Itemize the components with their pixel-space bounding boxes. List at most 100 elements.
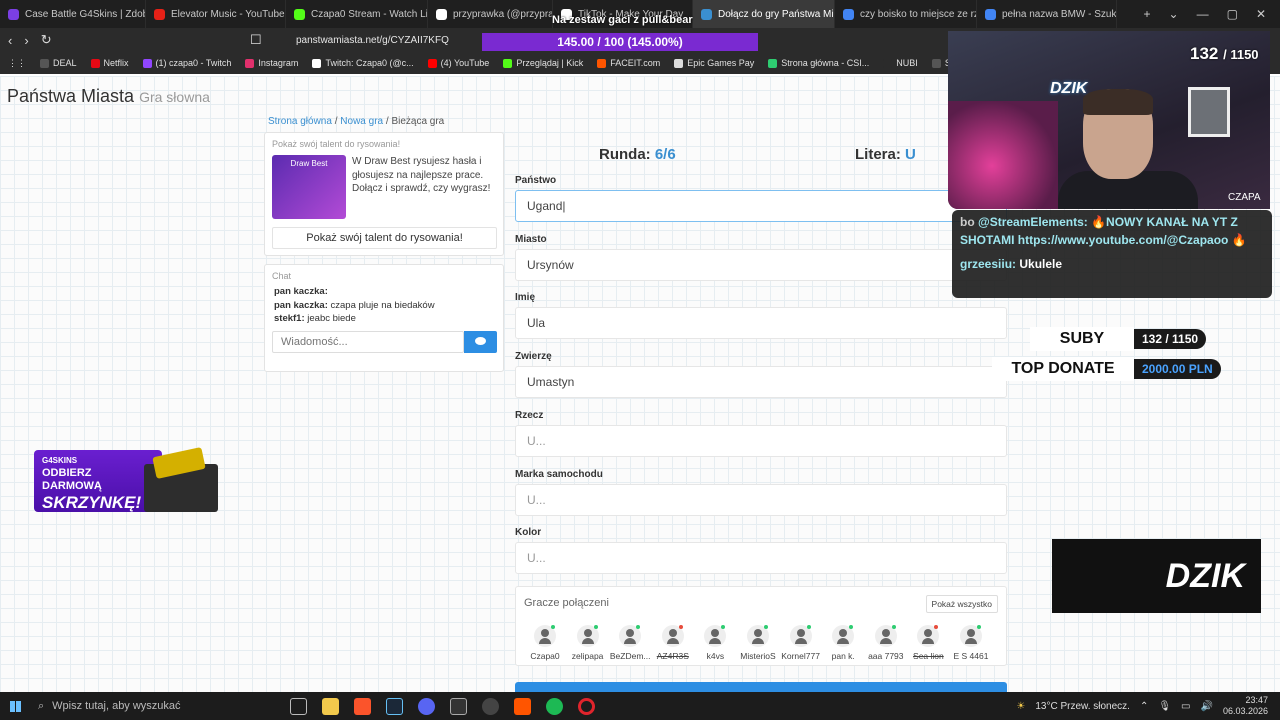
- stream-chat-user-1: bo: [960, 215, 975, 229]
- spotify-icon[interactable]: [546, 697, 563, 715]
- player-item[interactable]: zelipapa: [567, 625, 609, 661]
- network-icon[interactable]: ▭: [1181, 701, 1190, 712]
- status-dot: [891, 625, 896, 629]
- answer-input[interactable]: U...: [515, 542, 1007, 575]
- status-dot: [678, 625, 683, 629]
- player-item[interactable]: E S 4461: [950, 625, 992, 661]
- browser-tab[interactable]: Dołącz do gry Państwa Mi✕: [693, 0, 835, 28]
- user-avatar-icon: [874, 625, 897, 647]
- reload-icon[interactable]: ↻: [41, 32, 52, 48]
- answer-input[interactable]: Ula: [515, 307, 1007, 340]
- chat-username: stekf1:: [274, 313, 305, 324]
- answer-input[interactable]: Umastyn: [515, 366, 1007, 399]
- brave-browser-icon[interactable]: [354, 697, 371, 715]
- stream-goal-title: Na zestaw gaci z pull&bear: [552, 14, 693, 26]
- start-button[interactable]: [0, 692, 30, 720]
- volume-icon[interactable]: 🔊: [1201, 701, 1213, 712]
- ad-line2: SKRZYNKĘ!: [42, 493, 142, 512]
- discord-icon[interactable]: [418, 697, 435, 715]
- bookmark-label: Twitch: Czapa0 (@c...: [325, 58, 414, 68]
- opera-icon[interactable]: [578, 697, 595, 715]
- browser-tab[interactable]: czy boisko to miejsce ze rzecz: [835, 0, 977, 28]
- user-avatar-icon: [576, 625, 599, 647]
- field-label: Państwo: [515, 175, 557, 186]
- browser-tab[interactable]: przyprawka (@przyprawkaloy): [428, 0, 553, 28]
- chat-text: jeabc biede: [307, 313, 356, 324]
- bookmark-icon: [90, 58, 100, 68]
- taskbar-search[interactable]: ⌕ Wpisz tutaj, aby wyszukać: [30, 692, 260, 720]
- back-icon[interactable]: ‹: [8, 33, 12, 48]
- player-name: aaa 7793: [868, 651, 904, 661]
- epic-games-icon[interactable]: [450, 697, 467, 715]
- player-item[interactable]: Czapa0: [524, 625, 566, 661]
- status-dot: [593, 625, 598, 629]
- chat-username: pan kaczka:: [274, 299, 328, 311]
- bookmark-icon[interactable]: ☐: [250, 32, 262, 48]
- player-name: BeZDem...: [609, 651, 651, 661]
- user-avatar-icon: [917, 625, 940, 647]
- clock-time: 23:47: [1245, 695, 1268, 705]
- minimize-icon[interactable]: —: [1197, 7, 1209, 21]
- new-tab-icon[interactable]: +: [1144, 7, 1151, 21]
- bookmark-item[interactable]: NUBI: [883, 58, 918, 68]
- browser-tab[interactable]: Case Battle G4Skins | Zdobyway: [0, 0, 146, 28]
- breadcrumb-new-game[interactable]: Nowa gra: [340, 116, 383, 127]
- answer-input[interactable]: Ugand|: [515, 190, 1007, 222]
- bookmark-item[interactable]: Przeglądaj | Kick: [503, 58, 583, 68]
- bookmark-item[interactable]: Instagram: [245, 58, 298, 68]
- show-all-players-button[interactable]: Pokaż wszystko: [925, 595, 998, 613]
- bookmark-item[interactable]: Strona główna - CSI...: [768, 58, 869, 68]
- breadcrumb-home[interactable]: Strona główna: [268, 116, 332, 127]
- send-message-button[interactable]: [464, 331, 497, 353]
- site-logo[interactable]: Państwa Miasta Gra słowna: [7, 86, 210, 107]
- bookmark-item[interactable]: DEAL: [40, 58, 77, 68]
- player-item[interactable]: Sea lion: [907, 625, 949, 661]
- bookmark-item[interactable]: (1) czapa0 - Twitch: [142, 58, 231, 68]
- browser-tab[interactable]: Elevator Music - YouTube: [146, 0, 286, 28]
- answer-input[interactable]: Ursynów: [515, 248, 1007, 281]
- player-item[interactable]: MisterioS: [737, 625, 779, 661]
- player-item[interactable]: aaa 7793: [865, 625, 907, 661]
- faceit-icon[interactable]: [514, 697, 531, 715]
- bookmark-item[interactable]: Netflix: [90, 58, 129, 68]
- player-item[interactable]: Kornel777: [780, 625, 822, 661]
- chevron-down-icon[interactable]: ⌄: [1169, 7, 1179, 21]
- top-donate-label: TOP DONATE: [992, 357, 1134, 381]
- bookmark-item[interactable]: (4) YouTube: [427, 58, 489, 68]
- bookmark-item[interactable]: FACEIT.com: [597, 58, 660, 68]
- maximize-icon[interactable]: ▢: [1227, 7, 1238, 21]
- submit-button[interactable]: [515, 682, 1007, 692]
- answer-input[interactable]: U...: [515, 483, 1007, 516]
- player-item[interactable]: k4vs: [694, 625, 736, 661]
- clock[interactable]: 23:47 06.03.2026: [1223, 695, 1268, 717]
- browser-tab[interactable]: Czapa0 Stream - Watch Liv: [286, 0, 428, 28]
- file-explorer-icon[interactable]: [322, 697, 339, 715]
- microphone-icon[interactable]: 🎙: [1158, 701, 1171, 712]
- status-dot: [977, 625, 981, 629]
- breadcrumb-current: Bieżąca gra: [391, 116, 445, 127]
- g4skins-ad[interactable]: G4SKINS ODBIERZ DARMOWĄ SKRZYNKĘ!: [34, 450, 222, 522]
- steam-icon[interactable]: [386, 697, 403, 715]
- window-controls: + ⌄ — ▢ ✕: [1144, 7, 1280, 21]
- bookmark-item[interactable]: Epic Games Pay: [674, 58, 754, 68]
- player-item[interactable]: BeZDem...: [609, 625, 651, 661]
- obs-icon[interactable]: [482, 697, 499, 715]
- cam-counter-value: 132: [1190, 44, 1219, 63]
- weather-icon[interactable]: ☀: [1016, 701, 1025, 712]
- chat-message-input[interactable]: [272, 331, 464, 353]
- draw-best-image[interactable]: Draw Best: [272, 155, 346, 219]
- browser-tab[interactable]: pełna nazwa BMW - Szukaj w: [977, 0, 1117, 28]
- bookmark-item[interactable]: Twitch: Czapa0 (@c...: [312, 58, 414, 68]
- player-name: AZ4R3S: [656, 651, 689, 661]
- apps-grid-icon[interactable]: ⋮⋮: [8, 58, 26, 69]
- stream-chat-line-2: grzeesiiu: Ukulele: [960, 255, 1264, 273]
- close-icon[interactable]: ✕: [1256, 7, 1266, 21]
- task-view-icon[interactable]: [290, 697, 307, 715]
- tray-chevron-icon[interactable]: ⌃: [1140, 701, 1148, 712]
- draw-best-button[interactable]: Pokaż swój talent do rysowania!: [272, 227, 497, 249]
- player-item[interactable]: AZ4R3S: [652, 625, 694, 661]
- player-item[interactable]: pan k.: [822, 625, 864, 661]
- weather-text[interactable]: 13°C Przew. słonecz.: [1035, 701, 1130, 712]
- answer-input[interactable]: U...: [515, 424, 1007, 457]
- forward-icon[interactable]: ›: [24, 33, 28, 48]
